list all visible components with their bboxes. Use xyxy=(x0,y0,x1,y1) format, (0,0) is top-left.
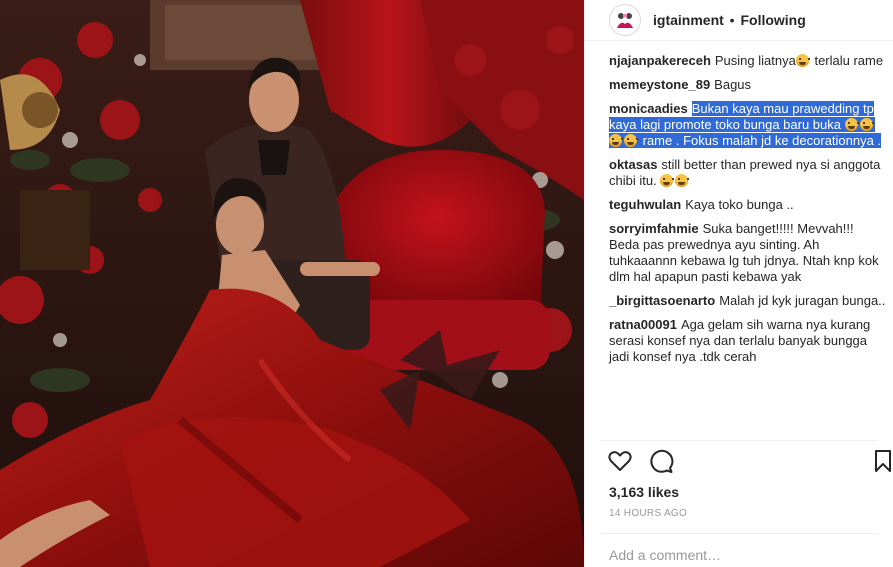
comment-item: njajanpakereceh Pusing liatnya terlalu ra… xyxy=(609,53,886,69)
comment-text-part: Malah jd kyk juragan bunga.. xyxy=(719,293,886,308)
comment-bubble-icon xyxy=(650,449,674,473)
comment-item: oktasas still better than prewed nya si a… xyxy=(609,157,886,189)
comment-username[interactable]: oktasas xyxy=(609,157,657,172)
grimace-emoji-icon xyxy=(660,174,675,187)
grimace-emoji-icon xyxy=(795,54,810,67)
comments-list[interactable]: njajanpakereceh Pusing liatnya terlalu ra… xyxy=(585,41,893,440)
comment-text-part: Pusing liatnya xyxy=(714,53,796,68)
like-button[interactable] xyxy=(607,448,635,476)
comment-item: memeystone_89 Bagus xyxy=(609,77,886,93)
comment-item: _birgittasoenarto Malah jd kyk juragan bu… xyxy=(609,293,886,309)
comment-username[interactable]: sorryimfahmie xyxy=(609,221,699,236)
comment-item: ratna00091 Aga gelam sih warna nya kurang… xyxy=(609,317,886,365)
comment-text: Kaya toko bunga .. xyxy=(685,197,793,212)
grimace-emoji-icon xyxy=(859,118,874,131)
divider xyxy=(601,533,878,534)
comment-text: Pusing liatnya terlalu rame xyxy=(715,53,883,68)
post-photo[interactable] xyxy=(0,0,584,567)
comment-username[interactable]: ratna00091 xyxy=(609,317,677,332)
avatar[interactable] xyxy=(609,4,641,36)
comment-username[interactable]: memeystone_89 xyxy=(609,77,710,92)
save-button[interactable] xyxy=(870,448,893,476)
comment-item: monicaadies Bukan kaya mau prawedding tp … xyxy=(609,101,886,149)
comment-username[interactable]: teguhwulan xyxy=(609,197,681,212)
comment-text-part: terlalu rame xyxy=(810,53,884,68)
comment-item: teguhwulan Kaya toko bunga .. xyxy=(609,197,886,213)
comment-username[interactable]: _birgittasoenarto xyxy=(609,293,715,308)
comment-username[interactable]: njajanpakereceh xyxy=(609,53,711,68)
comment-item: sorryimfahmie Suka banget!!!!! Mevvah!!! … xyxy=(609,221,886,285)
avatar-illustration-icon xyxy=(612,7,638,33)
comment-text-part: rame . Fokus malah jd ke decorationnya . xyxy=(639,133,882,148)
comment-text: Malah jd kyk juragan bunga.. xyxy=(719,293,885,308)
grimace-emoji-icon xyxy=(675,174,690,187)
post-timestamp[interactable]: 14 HOURS AGO xyxy=(609,508,687,519)
grimace-emoji-icon xyxy=(844,118,859,131)
heart-icon xyxy=(608,451,632,471)
action-bar xyxy=(585,448,893,476)
comment-text: Bagus xyxy=(714,77,751,92)
grimace-emoji-icon xyxy=(624,134,638,147)
header-separator: • xyxy=(729,12,735,28)
divider xyxy=(601,440,878,441)
add-comment-input[interactable] xyxy=(609,546,879,564)
comment-text-part: Kaya toko bunga .. xyxy=(685,197,794,212)
grimace-emoji-icon xyxy=(609,134,623,147)
comment-button[interactable] xyxy=(648,448,676,476)
likes-count[interactable]: 3,163 likes xyxy=(609,484,679,500)
following-button[interactable]: Following xyxy=(740,12,805,28)
bookmark-icon xyxy=(875,450,891,472)
prewedding-photo-illustration xyxy=(0,0,584,567)
header-username[interactable]: igtainment xyxy=(653,12,724,28)
comment-text-part: Bagus xyxy=(714,77,752,92)
post-side-panel: igtainment • Following njajanpakereceh Pu… xyxy=(584,0,893,567)
header-text: igtainment • Following xyxy=(653,12,806,28)
post-header: igtainment • Following xyxy=(585,0,893,41)
comment-username[interactable]: monicaadies xyxy=(609,101,688,116)
